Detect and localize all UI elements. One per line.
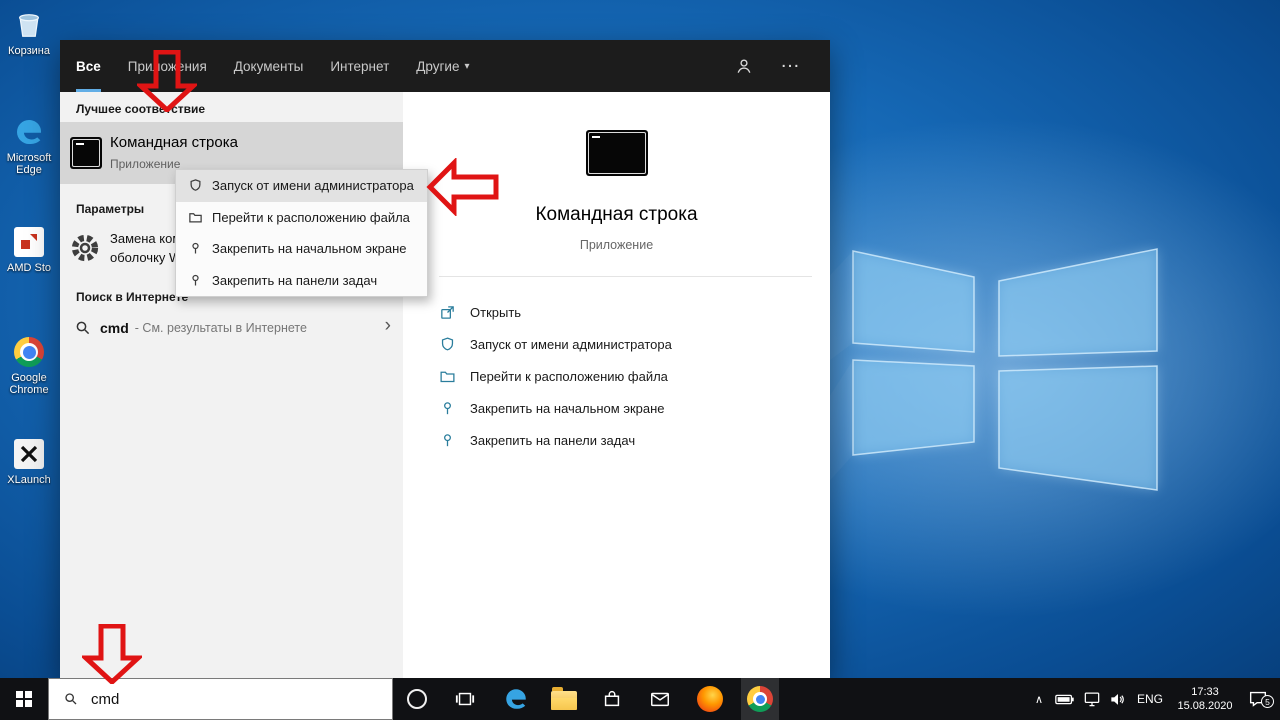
taskbar-mail[interactable]	[643, 678, 677, 720]
shield-icon	[188, 178, 203, 193]
action-open[interactable]: Открыть	[439, 296, 818, 328]
tab-web[interactable]: Интернет	[330, 40, 389, 92]
amd-icon	[12, 225, 46, 259]
result-title: Командная строка	[110, 134, 238, 151]
taskbar-chrome[interactable]	[741, 678, 779, 720]
volume-icon[interactable]	[1108, 689, 1128, 709]
windows-start-icon	[16, 691, 32, 707]
taskbar-file-explorer[interactable]	[547, 678, 581, 720]
chrome-icon	[12, 335, 46, 369]
taskbar: ∧ ENG 17:33 15.08.2020 5	[0, 678, 1280, 720]
shield-icon	[439, 335, 457, 353]
desktop-icon-label: Google Chrome	[0, 372, 58, 396]
action-pin-to-taskbar[interactable]: Закрепить на панели задач	[439, 424, 818, 456]
cortana-button[interactable]	[400, 678, 434, 720]
web-suffix: - См. результаты в Интернете	[135, 321, 307, 335]
notification-badge: 5	[1261, 695, 1274, 708]
action-pin-to-start[interactable]: Закрепить на начальном экране	[439, 392, 818, 424]
menu-pin-to-start[interactable]: Закрепить на начальном экране	[176, 233, 427, 265]
time: 17:33	[1172, 685, 1238, 699]
preview-title: Командная строка	[403, 204, 830, 226]
mail-icon	[649, 688, 671, 710]
search-flyout: Все Приложения Документы Интернет Другие…	[60, 40, 830, 678]
chevron-down-icon: ▾	[464, 61, 469, 72]
taskbar-edge[interactable]	[499, 678, 533, 720]
taskbar-search-box[interactable]	[48, 678, 393, 720]
edge-icon	[503, 686, 529, 712]
system-tray: ∧ ENG 17:33 15.08.2020 5	[1030, 678, 1280, 720]
language-indicator[interactable]: ENG	[1134, 692, 1166, 706]
date: 15.08.2020	[1172, 699, 1238, 713]
taskbar-store[interactable]	[595, 678, 629, 720]
desktop-icon-label: Корзина	[8, 45, 50, 57]
xlaunch-icon	[12, 437, 46, 471]
store-icon	[601, 688, 623, 710]
clock[interactable]: 17:33 15.08.2020	[1172, 685, 1238, 713]
taskbar-firefox[interactable]	[693, 678, 727, 720]
tab-all[interactable]: Все	[76, 40, 101, 92]
menu-pin-to-taskbar[interactable]: Закрепить на панели задач	[176, 265, 427, 297]
recycle-bin-icon	[12, 8, 46, 42]
firefox-icon	[697, 686, 723, 712]
action-run-as-admin[interactable]: Запуск от имени администратора	[439, 328, 818, 360]
task-view-icon	[455, 689, 475, 709]
desktop-icon-amd[interactable]: AMD Sto	[0, 225, 58, 274]
edge-icon	[12, 115, 46, 149]
pin-icon	[439, 399, 457, 417]
file-explorer-icon	[551, 691, 577, 710]
gear-icon	[70, 233, 100, 268]
tab-apps[interactable]: Приложения	[128, 40, 207, 92]
search-icon	[63, 691, 79, 707]
settings-item-line2: оболочку Wi	[110, 250, 184, 265]
taskbar-search-input[interactable]	[89, 690, 359, 709]
desktop-icon-label: AMD Sto	[7, 262, 51, 274]
tray-expand-icon[interactable]: ∧	[1030, 693, 1048, 706]
search-filter-tabs: Все Приложения Документы Интернет Другие…	[60, 40, 830, 92]
preview-subtitle: Приложение	[403, 238, 830, 252]
task-view-button[interactable]	[448, 678, 482, 720]
more-options-icon[interactable]: …	[780, 50, 800, 73]
action-open-file-location[interactable]: Перейти к расположению файла	[439, 360, 818, 392]
cmd-icon-large	[586, 130, 648, 176]
pin-icon	[188, 241, 203, 256]
start-button[interactable]	[0, 678, 48, 720]
settings-header: Параметры	[76, 202, 144, 216]
desktop-icon-recycle-bin[interactable]: Корзина	[0, 8, 58, 57]
menu-open-file-location[interactable]: Перейти к расположению файла	[176, 202, 427, 234]
result-preview-panel: Командная строка Приложение Открыть Запу…	[403, 92, 830, 678]
web-query: cmd	[100, 320, 129, 336]
best-match-header: Лучшее соответствие	[76, 102, 205, 116]
chevron-right-icon: ›	[385, 315, 391, 337]
web-search-header: Поиск в Интернете	[76, 290, 188, 304]
desktop-icon-label: XLaunch	[7, 474, 50, 486]
result-subtitle: Приложение	[110, 157, 180, 171]
folder-icon	[439, 367, 457, 385]
desktop-icon-xlaunch[interactable]: XLaunch	[0, 437, 58, 486]
desktop: Корзина Microsoft Edge AMD Sto Google Ch…	[0, 0, 1280, 720]
desktop-icon-label: Microsoft Edge	[0, 152, 58, 176]
cortana-icon	[407, 689, 427, 709]
preview-actions: Открыть Запуск от имени администратора П…	[439, 296, 818, 456]
pin-icon	[188, 273, 203, 288]
chrome-icon	[747, 686, 773, 712]
desktop-icon-chrome[interactable]: Google Chrome	[0, 335, 58, 396]
battery-icon[interactable]	[1054, 688, 1076, 710]
divider	[439, 276, 812, 277]
action-center-button[interactable]: 5	[1244, 688, 1272, 710]
network-icon[interactable]	[1082, 689, 1102, 709]
desktop-icon-edge[interactable]: Microsoft Edge	[0, 115, 58, 176]
context-menu: Запуск от имени администратора Перейти к…	[175, 169, 428, 297]
menu-run-as-admin[interactable]: Запуск от имени администратора	[176, 170, 427, 202]
search-icon	[74, 319, 92, 342]
tab-more[interactable]: Другие▾	[416, 40, 469, 92]
account-icon[interactable]	[734, 56, 754, 76]
cmd-icon	[70, 137, 102, 169]
result-web-search[interactable]: cmd - См. результаты в Интернете ›	[60, 310, 403, 346]
folder-icon	[188, 210, 203, 225]
tab-documents[interactable]: Документы	[234, 40, 304, 92]
open-icon	[439, 303, 457, 321]
pin-icon	[439, 431, 457, 449]
